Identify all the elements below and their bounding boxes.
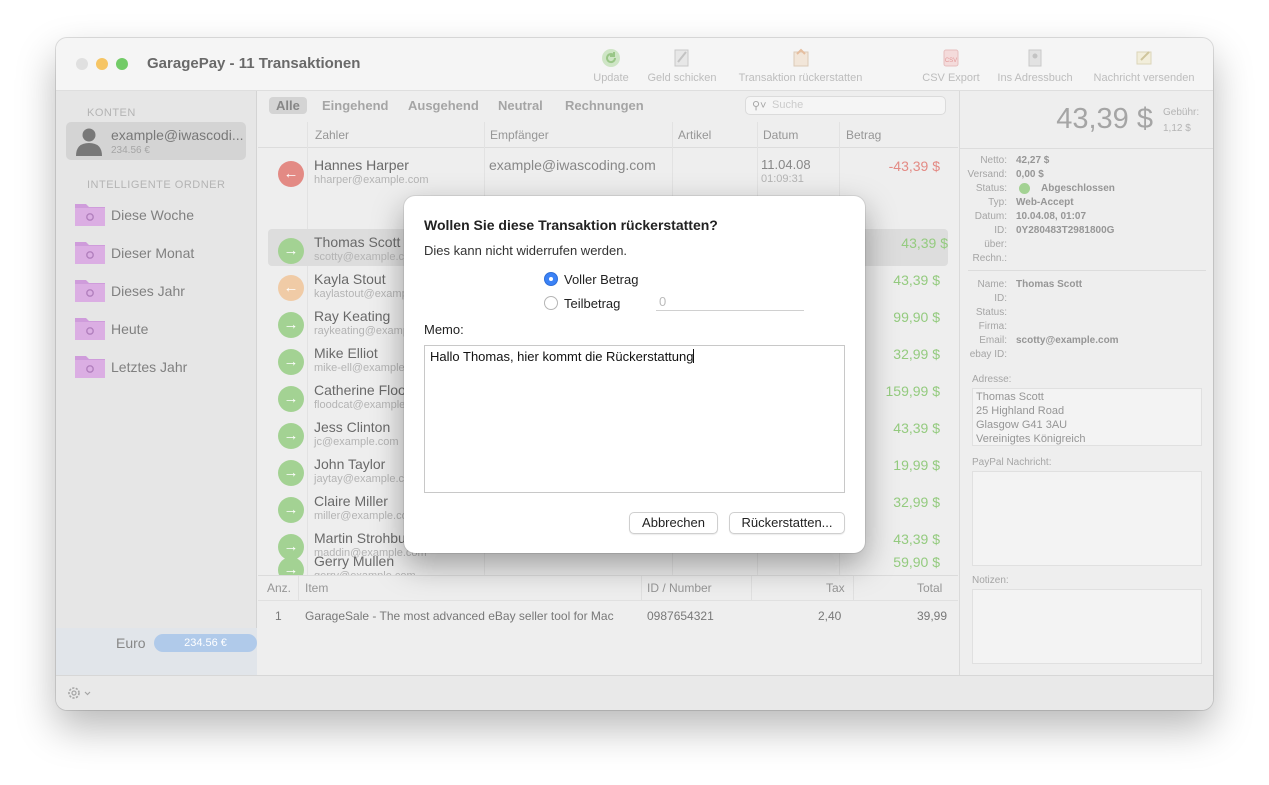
partial-amount-radio[interactable] xyxy=(544,296,558,310)
dialog-subtitle: Dies kann nicht widerrufen werden. xyxy=(424,243,628,258)
memo-textarea[interactable]: Hallo Thomas, hier kommt die Rückerstatt… xyxy=(424,345,845,493)
partial-amount-label[interactable]: Teilbetrag xyxy=(564,296,620,311)
full-amount-radio[interactable] xyxy=(544,272,558,286)
full-amount-label[interactable]: Voller Betrag xyxy=(564,272,638,287)
partial-amount-field[interactable]: 0 xyxy=(656,294,804,311)
memo-label: Memo: xyxy=(424,322,464,337)
refund-confirm-button[interactable]: Rückerstatten... xyxy=(729,512,845,534)
memo-text: Hallo Thomas, hier kommt die Rückerstatt… xyxy=(430,349,694,364)
cancel-button[interactable]: Abbrechen xyxy=(629,512,718,534)
text-caret xyxy=(693,349,695,363)
dialog-title: Wollen Sie diese Transaktion rückerstatt… xyxy=(424,217,718,233)
refund-dialog: Wollen Sie diese Transaktion rückerstatt… xyxy=(404,196,865,553)
